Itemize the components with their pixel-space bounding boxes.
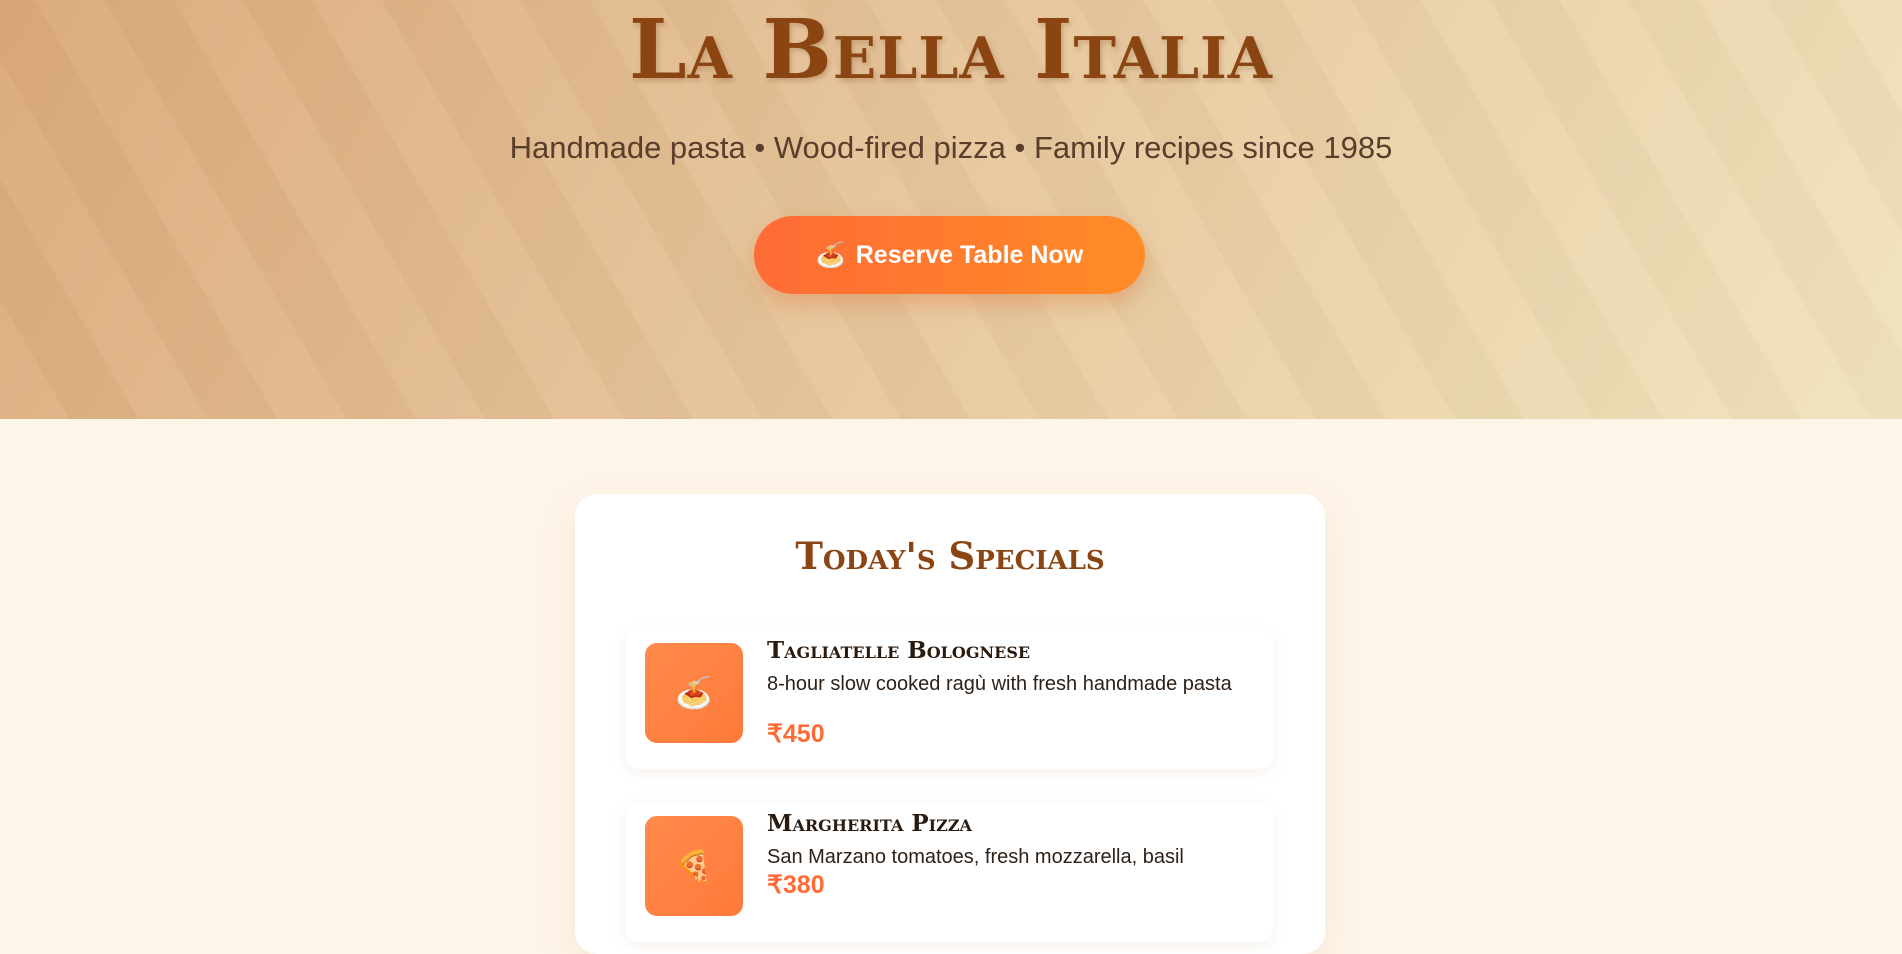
specials-card: Today's Specials 🍝 Tagliatelle Bolognese…	[575, 494, 1325, 954]
pasta-icon: 🍝	[645, 643, 743, 743]
menu-item[interactable]: 🍝 Tagliatelle Bolognese 8-hour slow cook…	[625, 629, 1273, 769]
dish-description: 8-hour slow cooked ragù with fresh handm…	[767, 673, 1232, 695]
hero-section: La Bella Italia Handmade pasta • Wood-fi…	[0, 0, 1902, 419]
restaurant-title: La Bella Italia	[629, 2, 1273, 98]
dish-name: Margherita Pizza	[767, 810, 972, 837]
pasta-icon: 🍝	[815, 241, 846, 269]
pizza-icon: 🍕	[645, 816, 743, 916]
hero-tagline: Handmade pasta • Wood-fired pizza • Fami…	[509, 130, 1393, 165]
dish-price: ₹380	[767, 871, 825, 899]
menu-item[interactable]: 🍕 Margherita Pizza San Marzano tomatoes,…	[625, 802, 1273, 942]
reserve-table-button[interactable]: 🍝 Reserve Table Now	[754, 216, 1145, 294]
reserve-table-label: Reserve Table Now	[855, 240, 1084, 269]
dish-price: ₹450	[767, 720, 825, 748]
dish-description: San Marzano tomatoes, fresh mozzarella, …	[767, 846, 1184, 868]
dish-name: Tagliatelle Bolognese	[767, 637, 1031, 664]
specials-title: Today's Specials	[795, 534, 1105, 578]
